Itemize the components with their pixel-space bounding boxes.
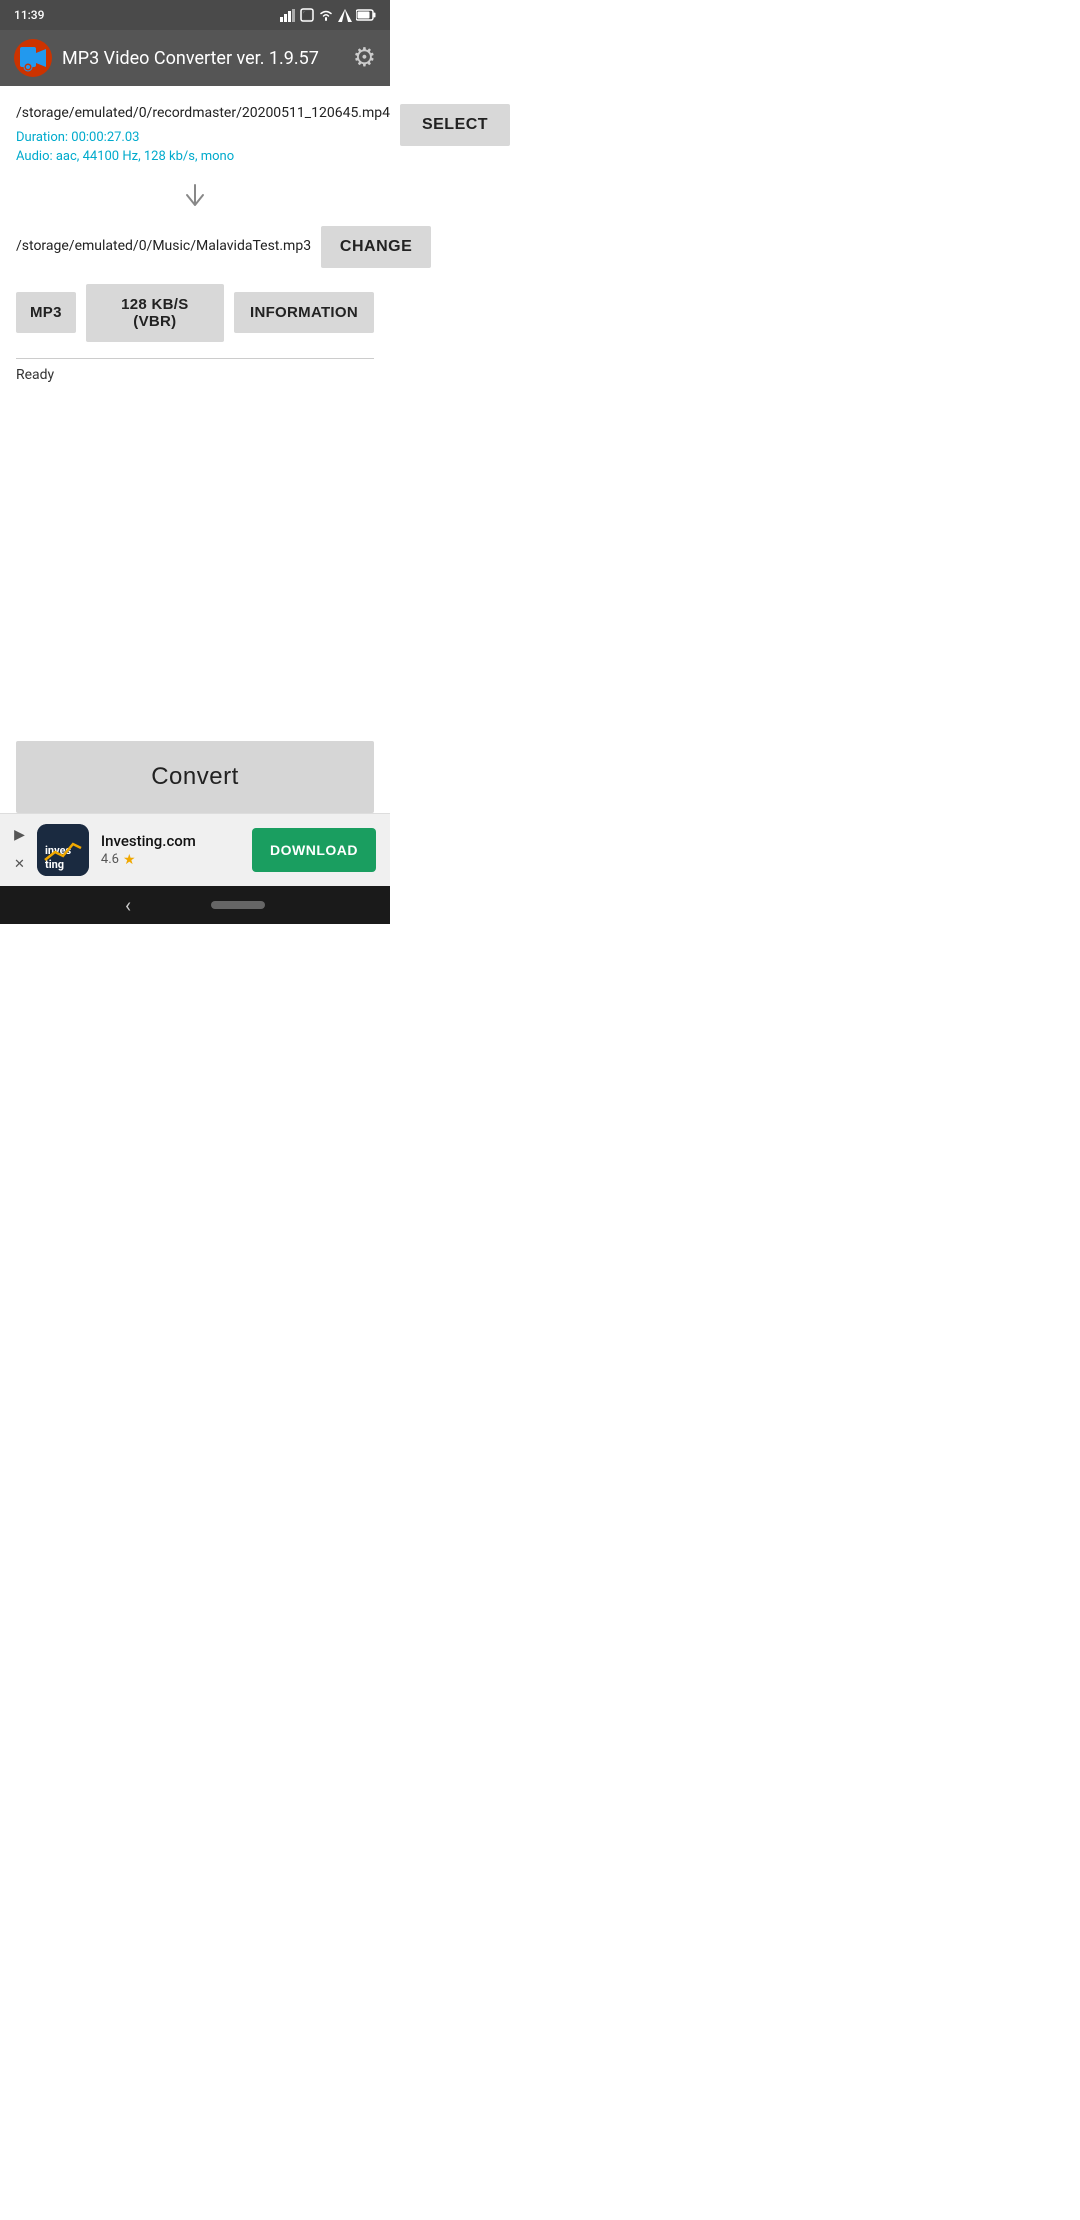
input-audio: Audio: aac, 44100 Hz, 128 kb/s, mono [16, 147, 390, 167]
mp3-button[interactable]: MP3 [16, 292, 76, 333]
home-pill[interactable] [211, 901, 265, 909]
signal-icon [280, 9, 296, 22]
battery-icon [356, 9, 376, 21]
app-logo [14, 39, 52, 77]
output-file-section: /storage/emulated/0/Music/MalavidaTest.m… [16, 226, 374, 268]
ad-download-button[interactable]: DOWNLOAD [252, 828, 376, 872]
nav-bar: ‹ [0, 886, 390, 924]
content-area [16, 391, 374, 731]
convert-button-container: Convert [16, 741, 374, 813]
status-text: Ready [16, 367, 374, 383]
star-icon: ★ [123, 852, 136, 868]
input-file-path: /storage/emulated/0/recordmaster/2020051… [16, 104, 390, 124]
ad-info: Investing.com 4.6 ★ [101, 832, 240, 868]
settings-icon[interactable]: ⚙ [353, 43, 376, 73]
network-icon [338, 9, 352, 22]
input-file-info: /storage/emulated/0/recordmaster/2020051… [16, 104, 390, 167]
input-duration: Duration: 00:00:27.03 [16, 128, 390, 148]
input-file-section: /storage/emulated/0/recordmaster/2020051… [16, 104, 374, 167]
ad-controls: ▶ ✕ [14, 827, 25, 872]
ad-rating: 4.6 ★ [101, 852, 240, 868]
ad-banner: ▶ ✕ inves ting Investing.com 4.6 ★ DOWNL… [0, 813, 390, 886]
ad-close-icon[interactable]: ✕ [14, 857, 25, 872]
main-content: /storage/emulated/0/recordmaster/2020051… [0, 86, 390, 813]
svg-text:ting: ting [45, 858, 64, 871]
change-button[interactable]: CHANGE [321, 226, 431, 268]
back-button[interactable]: ‹ [125, 893, 131, 917]
ad-app-name: Investing.com [101, 832, 240, 850]
notification-icon: ⬛ [300, 8, 314, 22]
app-title: MP3 Video Converter ver. 1.9.57 [62, 48, 319, 69]
convert-button[interactable]: Convert [16, 741, 374, 813]
ad-rating-value: 4.6 [101, 852, 119, 867]
format-row: MP3 128 KB/S (VBR) INFORMATION [16, 284, 374, 342]
bitrate-button[interactable]: 128 KB/S (VBR) [86, 284, 224, 342]
ad-app-logo: inves ting [37, 824, 89, 876]
wifi-icon [318, 9, 334, 21]
status-bar: 11:39 ⬛ [0, 0, 390, 30]
svg-text:⬛: ⬛ [302, 10, 312, 20]
arrow-down-icon [16, 175, 374, 226]
app-header: MP3 Video Converter ver. 1.9.57 ⚙ [0, 30, 390, 86]
divider [16, 358, 374, 359]
output-file-path: /storage/emulated/0/Music/MalavidaTest.m… [16, 237, 311, 257]
ad-play-icon[interactable]: ▶ [14, 827, 25, 843]
status-time: 11:39 [14, 8, 44, 22]
information-button[interactable]: INFORMATION [234, 292, 374, 333]
select-button[interactable]: SELECT [400, 104, 510, 146]
